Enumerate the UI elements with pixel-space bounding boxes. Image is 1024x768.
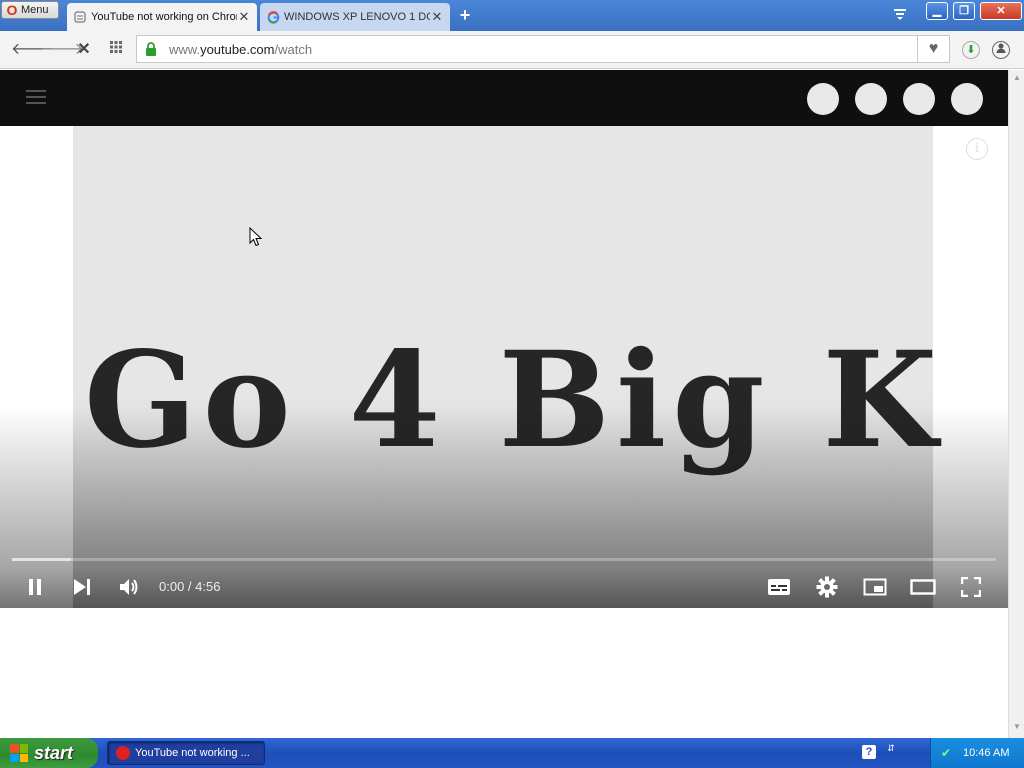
minimize-button[interactable]: ▁: [926, 2, 948, 20]
taskbar-item-label: YouTube not working ...: [135, 747, 250, 759]
scroll-down-icon[interactable]: ▼: [1012, 722, 1022, 732]
lock-icon: [145, 42, 159, 56]
progress-bar[interactable]: [12, 558, 996, 561]
start-button[interactable]: start: [0, 738, 98, 768]
youtube-header: [0, 70, 1008, 126]
header-button-placeholder[interactable]: [855, 83, 887, 115]
menu-label: Menu: [21, 4, 49, 16]
tab-title: YouTube not working on Chrome: [91, 11, 237, 23]
account-icon[interactable]: [992, 41, 1010, 59]
header-button-placeholder[interactable]: [951, 83, 983, 115]
scroll-up-icon[interactable]: ▲: [1012, 73, 1022, 83]
bookmark-heart-icon[interactable]: ♥: [918, 35, 950, 63]
video-player[interactable]: Go 4 Big K i 0:00 / 4:56: [0, 126, 1008, 608]
maximize-button[interactable]: ❐: [953, 2, 975, 20]
page-icon: [73, 10, 87, 24]
tab-windows-xp[interactable]: WINDOWS XP LENOVO 1 DOWNLOAD ✕: [260, 3, 450, 31]
tab-menu-icon[interactable]: [891, 7, 909, 25]
volume-button[interactable]: [113, 571, 145, 603]
start-label: start: [34, 742, 74, 763]
forward-button[interactable]: 🡒: [41, 40, 84, 60]
tray-arrows-icon[interactable]: ⇵: [884, 743, 898, 763]
opera-logo-icon: O: [6, 2, 18, 18]
back-button[interactable]: 🡐: [11, 40, 54, 60]
new-tab-button[interactable]: +: [456, 6, 474, 24]
opera-menu-button[interactable]: O Menu: [1, 1, 59, 19]
window-close-button[interactable]: ✕: [980, 2, 1022, 20]
tab-youtube[interactable]: YouTube not working on Chrome ✕: [67, 3, 257, 31]
subtitles-button[interactable]: [763, 571, 795, 603]
download-icon[interactable]: ⬇: [962, 41, 980, 59]
mouse-cursor-icon: [249, 226, 263, 247]
address-toolbar: 🡐 🡒 ✕ www.youtube.com/watch ♥ ⬇: [0, 31, 1024, 69]
browser-titlebar: O Menu YouTube not working on Chrome ✕ W…: [0, 0, 1024, 31]
web-page: Go 4 Big K i 0:00 / 4:56: [0, 70, 1008, 738]
miniplayer-button[interactable]: [859, 571, 891, 603]
theater-mode-button[interactable]: [907, 571, 939, 603]
taskbar-item-opera[interactable]: YouTube not working ...: [107, 741, 265, 765]
player-controls: 0:00 / 4:56: [0, 566, 1008, 608]
close-tab-icon[interactable]: ✕: [430, 9, 444, 25]
next-video-button[interactable]: [66, 571, 98, 603]
fullscreen-button[interactable]: [955, 571, 987, 603]
progress-loaded: [12, 558, 72, 561]
info-icon[interactable]: i: [966, 138, 988, 160]
system-tray: ✔ 10:46 AM: [930, 738, 1024, 768]
stop-loading-button[interactable]: ✕: [74, 40, 94, 60]
speed-dial-icon[interactable]: [106, 40, 126, 60]
network-icon[interactable]: ✔: [941, 746, 955, 760]
taskbar: start YouTube not working ... ? ⇵ ✔ 10:4…: [0, 738, 1024, 768]
header-button-placeholder[interactable]: [807, 83, 839, 115]
windows-logo-icon: [10, 744, 28, 762]
settings-gear-icon[interactable]: [811, 571, 843, 603]
hamburger-menu-icon[interactable]: [26, 90, 46, 104]
tab-title: WINDOWS XP LENOVO 1 DOWNLOAD: [284, 11, 430, 23]
google-icon: [266, 10, 280, 24]
close-tab-icon[interactable]: ✕: [237, 9, 251, 25]
page-scrollbar[interactable]: ▲ ▼: [1008, 70, 1024, 738]
address-bar[interactable]: www.youtube.com/watch: [136, 35, 918, 63]
time-display: 0:00 / 4:56: [159, 579, 221, 594]
help-icon[interactable]: ?: [862, 745, 876, 759]
clock: 10:46 AM: [963, 747, 1010, 759]
header-button-placeholder[interactable]: [903, 83, 935, 115]
url-text: www.youtube.com/watch: [169, 41, 313, 57]
opera-icon: [116, 746, 130, 760]
pause-button[interactable]: [19, 571, 51, 603]
